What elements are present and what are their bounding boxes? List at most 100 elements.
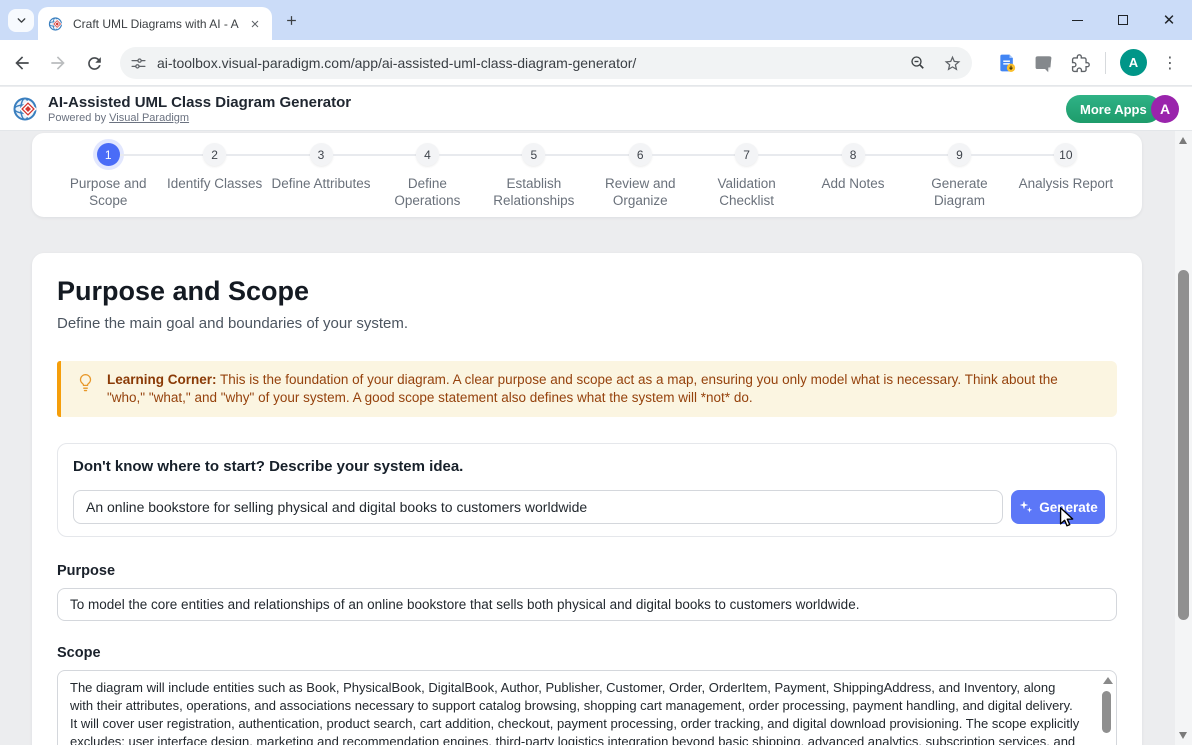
sparkles-icon (1018, 500, 1033, 515)
step-connector (800, 154, 842, 156)
powered-by-text: Powered by (48, 112, 109, 124)
step-track: 5 (481, 143, 587, 166)
plus-icon (284, 13, 299, 28)
window-maximize-button[interactable] (1100, 0, 1146, 40)
minimize-icon (1072, 20, 1083, 21)
step-connector (120, 154, 162, 156)
feedback-chat-icon[interactable] (1029, 49, 1057, 77)
step-label: Define Attributes (271, 175, 370, 192)
site-settings-icon[interactable] (130, 55, 147, 72)
stepper-step-3[interactable]: 3 Define Attributes (268, 143, 374, 209)
learning-corner-label: Learning Corner: (107, 372, 217, 387)
stepper-steps: 1 Purpose and Scope2Identify Classes 3 Defi… (55, 143, 1119, 209)
stepper-step-2[interactable]: 2Identify Classes (161, 143, 267, 209)
page-title: Purpose and Scope (57, 276, 309, 307)
window-controls: ✕ (1054, 0, 1192, 40)
window-close-button[interactable]: ✕ (1146, 0, 1192, 40)
browser-menu-icon[interactable]: ⋮ (1156, 49, 1184, 77)
chevron-down-icon (15, 14, 28, 27)
main-panel: Purpose and Scope Define the main goal a… (32, 253, 1142, 745)
step-number: 9 (948, 143, 971, 166)
url-text[interactable]: ai-toolbox.visual-paradigm.com/app/ai-as… (157, 55, 636, 71)
stepper-step-7[interactable]: 7Validation Checklist (693, 143, 799, 209)
step-track: 8 (800, 143, 906, 166)
scope-text: The diagram will include entities such a… (70, 679, 1082, 745)
step-connector (865, 154, 907, 156)
stepper-step-1[interactable]: 1 Purpose and Scope (55, 143, 161, 209)
scope-textarea[interactable]: The diagram will include entities such a… (57, 670, 1117, 745)
step-number: 6 (629, 143, 652, 166)
browser-tab[interactable]: Craft UML Diagrams with AI - A (38, 7, 272, 40)
stepper-step-4[interactable]: 4Define Operations (374, 143, 480, 209)
learning-corner-text: Learning Corner: This is the foundation … (107, 371, 1099, 406)
scope-scrollbar[interactable] (1100, 675, 1113, 745)
forward-button[interactable] (44, 49, 72, 77)
learning-corner-body: This is the foundation of your diagram. … (107, 372, 1058, 405)
step-connector (333, 154, 375, 156)
bookmark-star-icon[interactable] (942, 53, 962, 73)
step-label: Analysis Report (1019, 175, 1114, 192)
app-header: AI-Assisted UML Class Diagram Generator … (0, 87, 1192, 131)
reload-button[interactable] (80, 49, 108, 77)
stepper-step-6[interactable]: 6 Review and Organize (587, 143, 693, 209)
visual-paradigm-logo-icon (12, 95, 40, 123)
visual-paradigm-link[interactable]: Visual Paradigm (109, 112, 189, 124)
close-icon: ✕ (1163, 13, 1176, 28)
step-number: 3 (310, 143, 333, 166)
step-connector (652, 154, 694, 156)
learning-corner-banner: Learning Corner: This is the foundation … (57, 361, 1117, 417)
browser-titlebar: Craft UML Diagrams with AI - A ✕ (0, 0, 1192, 40)
scroll-thumb[interactable] (1178, 270, 1189, 620)
app-title: AI-Assisted UML Class Diagram Generator (48, 94, 351, 111)
step-connector (226, 154, 268, 156)
extensions-icon[interactable] (1066, 49, 1094, 77)
window-minimize-button[interactable] (1054, 0, 1100, 40)
step-track: 4 (374, 143, 480, 166)
step-label: Review and Organize (588, 175, 692, 209)
step-number: 2 (203, 143, 226, 166)
step-connector (545, 154, 587, 156)
forward-arrow-icon (48, 53, 68, 73)
stepper-step-5[interactable]: 5Establish Relationships (481, 143, 587, 209)
scope-scroll-up-icon[interactable] (1103, 677, 1113, 684)
page-subtitle: Define the main goal and boundaries of y… (57, 315, 408, 332)
step-track: 7 (693, 143, 799, 166)
system-idea-card: Don't know where to start? Describe your… (57, 443, 1117, 537)
scroll-up-icon[interactable] (1179, 137, 1187, 144)
stepper-step-9[interactable]: 9Generate Diagram (906, 143, 1012, 209)
stepper-step-8[interactable]: 8 Add Notes (800, 143, 906, 209)
system-idea-input[interactable] (73, 490, 1003, 524)
app-user-avatar[interactable]: A (1151, 95, 1179, 123)
docs-offline-icon[interactable] (993, 49, 1021, 77)
stepper-step-10[interactable]: 10Analysis Report (1013, 143, 1119, 209)
maximize-icon (1118, 15, 1128, 25)
step-label: Add Notes (822, 175, 885, 192)
scroll-down-icon[interactable] (1179, 732, 1187, 739)
step-connector (268, 154, 310, 156)
step-track: 1 (55, 143, 161, 166)
step-number: 1 (97, 143, 120, 166)
scope-scroll-thumb[interactable] (1102, 691, 1111, 733)
system-idea-title: Don't know where to start? Describe your… (73, 458, 463, 475)
step-connector (587, 154, 629, 156)
step-number: 7 (735, 143, 758, 166)
tab-search-button[interactable] (8, 9, 34, 32)
purpose-input[interactable] (57, 588, 1117, 621)
step-number: 4 (416, 143, 439, 166)
page-scrollbar[interactable] (1175, 131, 1192, 745)
browser-window: Craft UML Diagrams with AI - A ✕ ai-tool… (0, 0, 1192, 745)
step-label: Purpose and Scope (56, 175, 160, 209)
step-connector (693, 154, 735, 156)
generate-button[interactable]: Generate (1011, 490, 1105, 524)
zoom-out-icon[interactable] (908, 53, 928, 73)
back-button[interactable] (8, 49, 36, 77)
step-track: 3 (268, 143, 374, 166)
tab-close-icon[interactable] (246, 15, 264, 33)
new-tab-button[interactable] (282, 11, 301, 30)
url-bar[interactable]: ai-toolbox.visual-paradigm.com/app/ai-as… (120, 47, 972, 79)
browser-profile-avatar[interactable]: A (1120, 49, 1147, 76)
lightbulb-icon (76, 372, 95, 394)
more-apps-button[interactable]: More Apps (1066, 95, 1161, 123)
stepper: 1 Purpose and Scope2Identify Classes 3 Defi… (32, 133, 1142, 217)
generate-label: Generate (1039, 500, 1098, 515)
